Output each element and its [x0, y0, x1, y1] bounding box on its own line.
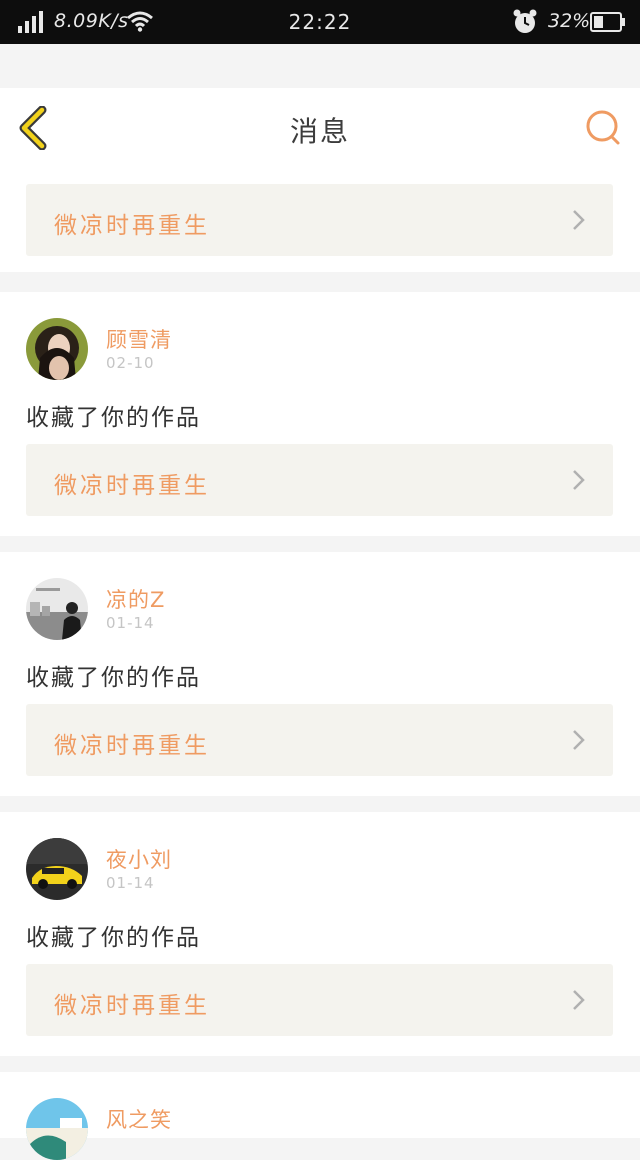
- status-time: 22:22: [288, 10, 352, 34]
- work-title: 微凉时再重生: [54, 473, 210, 499]
- message-text: 收藏了你的作品: [26, 405, 201, 431]
- work-title: 微凉时再重生: [54, 993, 210, 1019]
- work-link[interactable]: 微凉时再重生: [26, 964, 613, 1036]
- message-date: 02-10: [106, 354, 155, 372]
- avatar[interactable]: [26, 838, 88, 900]
- user-name[interactable]: 顾雪清: [106, 324, 172, 354]
- message-card: 凉的Z 01-14 收藏了你的作品 微凉时再重生: [0, 552, 640, 796]
- message-card: 夜小刘 01-14 收藏了你的作品 微凉时再重生: [0, 812, 640, 1056]
- avatar[interactable]: [26, 578, 88, 640]
- work-title: 微凉时再重生: [54, 213, 210, 239]
- user-name[interactable]: 夜小刘: [106, 844, 172, 874]
- avatar[interactable]: [26, 1098, 88, 1160]
- work-link[interactable]: 微凉时再重生: [26, 184, 613, 256]
- work-link[interactable]: 微凉时再重生: [26, 444, 613, 516]
- battery-icon: [590, 12, 625, 32]
- chevron-right-icon: [573, 730, 585, 750]
- page-title: 消息: [289, 115, 350, 148]
- message-text: 收藏了你的作品: [26, 925, 201, 951]
- nav-header: 消息: [0, 88, 640, 168]
- status-bar: 8.09K/s 22:22 32%: [0, 0, 640, 44]
- alarm-icon: [513, 9, 537, 33]
- user-name[interactable]: 凉的Z: [106, 584, 165, 614]
- user-name[interactable]: 风之笑: [106, 1104, 172, 1134]
- search-icon[interactable]: [582, 106, 626, 150]
- chevron-right-icon: [573, 210, 585, 230]
- message-date: 01-14: [106, 614, 155, 632]
- work-link[interactable]: 微凉时再重生: [26, 704, 613, 776]
- battery-percent: 32%: [548, 10, 591, 32]
- message-card: 风之笑: [0, 1072, 640, 1160]
- message-date: 01-14: [106, 874, 155, 892]
- top-spacer: [0, 44, 640, 88]
- message-text: 收藏了你的作品: [26, 665, 201, 691]
- chevron-right-icon: [573, 990, 585, 1010]
- message-card: 微凉时再重生: [0, 166, 640, 272]
- avatar[interactable]: [26, 318, 88, 380]
- chevron-right-icon: [573, 470, 585, 490]
- message-card: 顾雪清 02-10 收藏了你的作品 微凉时再重生: [0, 292, 640, 536]
- work-title: 微凉时再重生: [54, 733, 210, 759]
